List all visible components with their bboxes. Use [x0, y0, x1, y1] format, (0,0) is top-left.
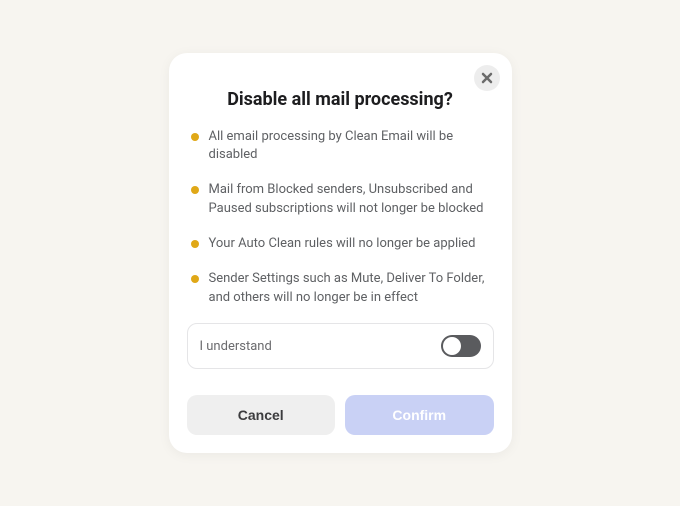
- bullet-text: All email processing by Clean Email will…: [209, 128, 490, 166]
- list-item: Your Auto Clean rules will no longer be …: [191, 235, 490, 254]
- understand-label: I understand: [200, 339, 272, 354]
- bullet-text: Your Auto Clean rules will no longer be …: [209, 235, 476, 254]
- bullet-dot-icon: [191, 275, 199, 283]
- bullet-text: Sender Settings such as Mute, Deliver To…: [209, 270, 490, 308]
- bullet-dot-icon: [191, 186, 199, 194]
- modal-title: Disable all mail processing?: [187, 89, 494, 110]
- bullet-text: Mail from Blocked senders, Unsubscribed …: [209, 181, 490, 219]
- close-icon: [481, 72, 493, 84]
- close-button[interactable]: [474, 65, 500, 91]
- cancel-button[interactable]: Cancel: [187, 395, 336, 435]
- modal-footer: Cancel Confirm: [187, 395, 494, 435]
- bullet-dot-icon: [191, 133, 199, 141]
- bullet-dot-icon: [191, 240, 199, 248]
- list-item: Mail from Blocked senders, Unsubscribed …: [191, 181, 490, 219]
- confirm-button[interactable]: Confirm: [345, 395, 494, 435]
- disable-mail-modal: Disable all mail processing? All email p…: [169, 53, 512, 454]
- bullet-list: All email processing by Clean Email will…: [187, 128, 494, 308]
- list-item: All email processing by Clean Email will…: [191, 128, 490, 166]
- list-item: Sender Settings such as Mute, Deliver To…: [191, 270, 490, 308]
- understand-row: I understand: [187, 323, 494, 369]
- toggle-knob-icon: [443, 337, 461, 355]
- understand-toggle[interactable]: [441, 335, 481, 357]
